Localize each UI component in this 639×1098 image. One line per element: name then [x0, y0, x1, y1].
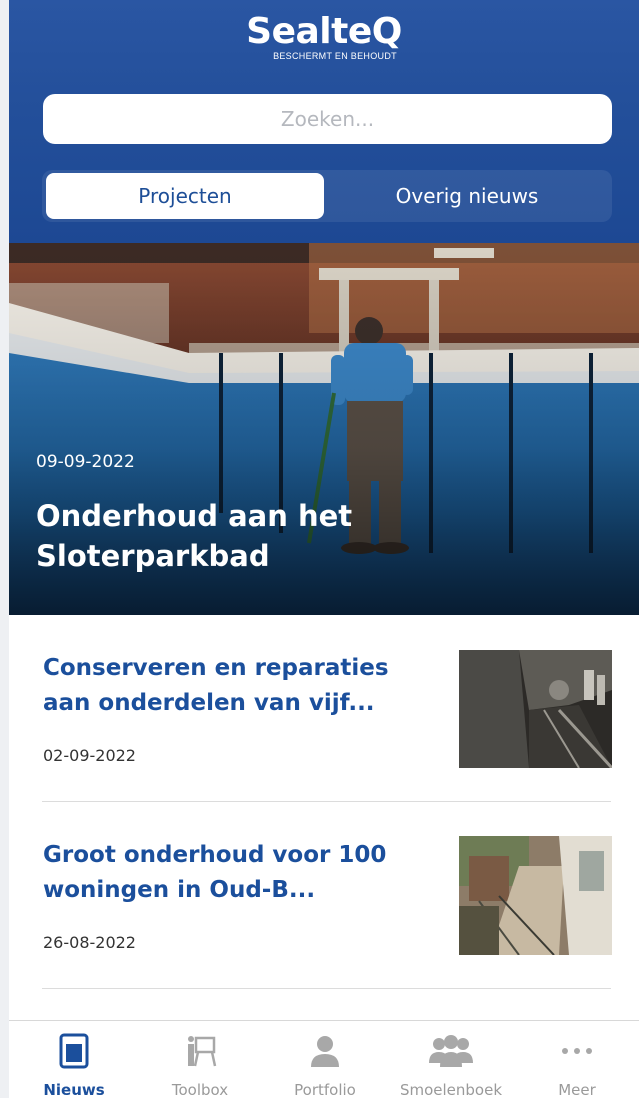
article-date: 02-09-2022 [43, 746, 136, 765]
left-edge [0, 0, 9, 1098]
brand-name: SealteQ [246, 11, 402, 52]
people-icon [396, 1033, 506, 1069]
tab-portfolio[interactable]: Portfolio [270, 1033, 380, 1098]
list-item[interactable]: Groot onderhoud voor 100 woningen in Oud… [9, 802, 639, 988]
featured-article-title[interactable]: Onderhoud aan het Sloterparkbad [36, 496, 516, 576]
news-segment-control: Projecten Overig nieuws [42, 170, 612, 222]
tab-meer[interactable]: Meer [522, 1033, 632, 1098]
news-icon [19, 1033, 129, 1069]
search-input[interactable] [43, 94, 612, 144]
brand-tagline: BESCHERMT EN BEHOUDT [273, 51, 397, 61]
tab-label: Smoelenboek [399, 1081, 503, 1098]
segment-projecten[interactable]: Projecten [46, 173, 324, 219]
more-icon [522, 1033, 632, 1069]
tab-nieuws[interactable]: Nieuws [19, 1033, 129, 1098]
person-icon [270, 1033, 380, 1069]
list-divider [42, 988, 611, 989]
tab-toolbox[interactable]: Toolbox [145, 1033, 255, 1098]
article-title[interactable]: Conserveren en reparaties aan onderdelen… [43, 651, 433, 721]
app-header: SealteQ BESCHERMT EN BEHOUDT Projecten O… [9, 0, 639, 243]
brand-logo: SealteQ BESCHERMT EN BEHOUDT [9, 11, 639, 62]
article-date: 26-08-2022 [43, 933, 136, 952]
tab-label: Portfolio [294, 1081, 356, 1098]
bottom-tab-bar: Nieuws Toolbox Portfolio Smoelenboek Mee… [9, 1020, 639, 1098]
tab-label: Nieuws [43, 1081, 105, 1098]
toolbox-icon [145, 1033, 255, 1069]
segment-overig-nieuws[interactable]: Overig nieuws [328, 173, 606, 219]
list-item[interactable]: Conserveren en reparaties aan onderdelen… [9, 615, 639, 801]
tab-label: Meer [558, 1081, 596, 1098]
article-thumbnail[interactable] [459, 650, 612, 768]
tab-label: Toolbox [171, 1081, 229, 1098]
tab-smoelenboek[interactable]: Smoelenboek [396, 1033, 506, 1098]
article-thumbnail[interactable] [459, 836, 612, 955]
featured-article-date: 09-09-2022 [36, 452, 135, 472]
article-title[interactable]: Groot onderhoud voor 100 woningen in Oud… [43, 838, 433, 908]
